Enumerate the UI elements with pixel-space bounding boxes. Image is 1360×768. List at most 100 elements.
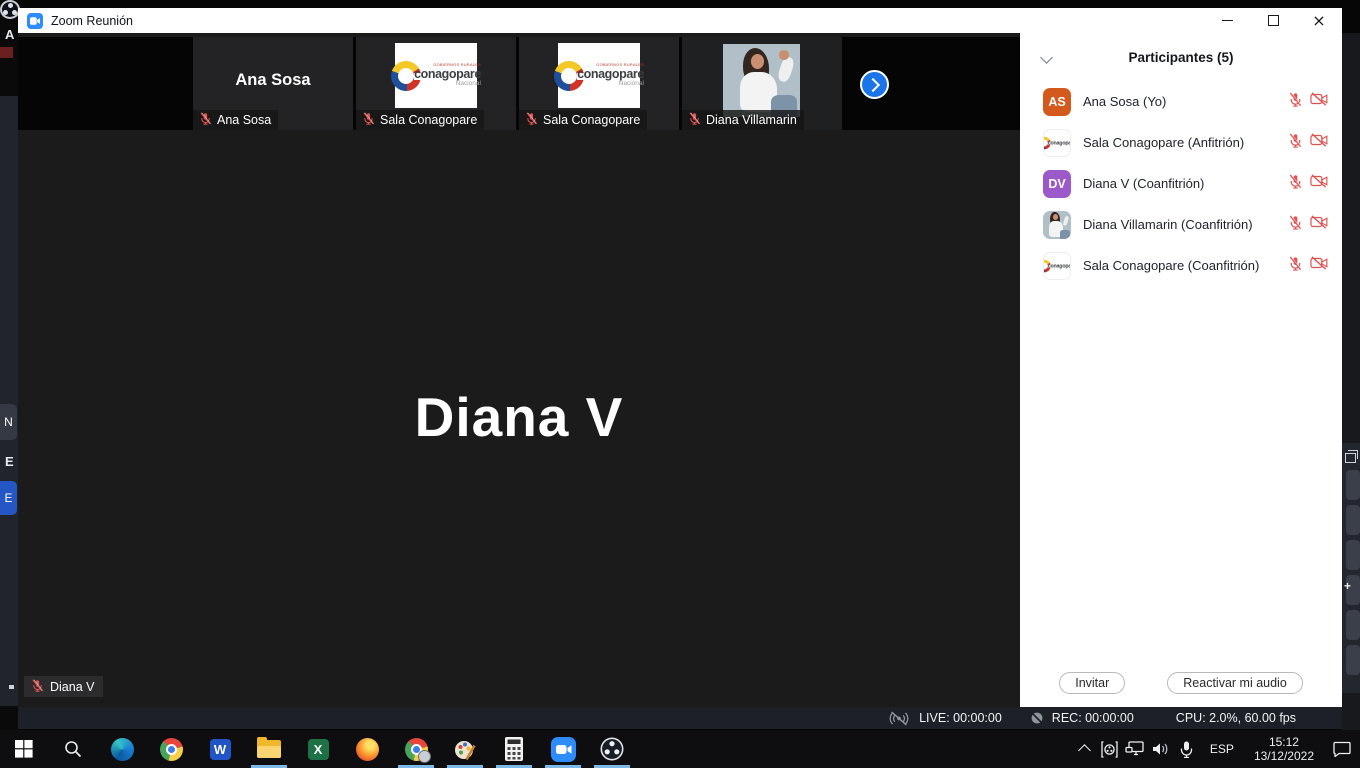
taskbar-zoom[interactable] — [543, 730, 583, 768]
camera-off-icon — [1310, 92, 1328, 106]
taskbar-firefox[interactable] — [347, 730, 387, 768]
obs-logo-corner-icon — [0, 0, 20, 19]
camera-off-icon — [1310, 215, 1328, 229]
taskbar-word[interactable]: W — [200, 730, 240, 768]
chrome-icon — [405, 738, 428, 761]
window-title: Zoom Reunión — [51, 14, 133, 28]
camera-off-icon — [1310, 133, 1328, 147]
rec-timer: REC: 00:00:00 — [1052, 711, 1134, 725]
background-pill: N — [0, 404, 17, 440]
calculator-icon — [504, 737, 524, 761]
avatar-photo — [1043, 211, 1071, 239]
mic-muted-icon — [1288, 92, 1303, 107]
participant-row[interactable]: DV Diana V (Coanfitrión) — [1020, 163, 1342, 204]
avatar-initials: DV — [1043, 170, 1071, 198]
windows-taskbar: W X — [0, 730, 1360, 768]
background-letter: A — [5, 27, 14, 42]
taskbar-excel[interactable]: X — [298, 730, 338, 768]
tile-name-label: Ana Sosa — [193, 110, 278, 130]
taskbar-chrome[interactable] — [151, 730, 191, 768]
mic-muted-icon — [31, 679, 44, 692]
avatar-logo: conagopare — [1043, 252, 1071, 280]
participant-photo — [723, 44, 800, 117]
participant-name: Diana Villamarin (Coanfitrión) — [1083, 217, 1288, 232]
taskbar-file-explorer[interactable] — [249, 730, 289, 768]
participant-row[interactable]: conagopare Sala Conagopare (Coanfitrión) — [1020, 245, 1342, 286]
zoom-meeting-window: Zoom Reunión × Ana Sosa Ana Sosa — [18, 8, 1342, 729]
live-timer: LIVE: 00:00:00 — [919, 711, 1002, 725]
meeting-status-bar: LIVE: 00:00:00 REC: 00:00:00 CPU: 2.0%, … — [18, 707, 1342, 729]
mic-muted-icon — [688, 112, 701, 125]
search-button[interactable] — [53, 730, 93, 768]
network-icon[interactable] — [1122, 730, 1148, 768]
self-view-label: Diana V — [24, 676, 103, 697]
taskbar-chrome-profile[interactable] — [396, 730, 436, 768]
participants-header: Participantes (5) — [1020, 47, 1342, 71]
video-area: Ana Sosa Ana Sosa GOBIERNOS RURALES cona — [18, 33, 1020, 707]
obs-icon — [600, 737, 624, 761]
tile-name-label: Sala Conagopare — [356, 110, 484, 130]
video-tile-sala-conagopare-2[interactable]: GOBIERNOS RURALES conagopare Nacional Sa… — [519, 37, 679, 130]
start-button[interactable] — [4, 730, 44, 768]
live-broadcast-muted-icon — [887, 711, 911, 726]
participant-row[interactable]: Diana Villamarin (Coanfitrión) — [1020, 204, 1342, 245]
taskbar-calculator[interactable] — [494, 730, 534, 768]
zoom-app-icon — [27, 13, 43, 29]
profile-badge-icon — [418, 750, 431, 763]
unmute-audio-button[interactable]: Reactivar mi audio — [1167, 672, 1303, 694]
close-button[interactable]: × — [1296, 8, 1342, 33]
participants-title: Participantes (5) — [1020, 50, 1342, 65]
participants-list: AS Ana Sosa (Yo) conagopare Sala Conagop… — [1020, 81, 1342, 286]
participant-row[interactable]: conagopare Sala Conagopare (Anfitrión) — [1020, 122, 1342, 163]
file-explorer-icon — [257, 740, 281, 758]
background-window-right: + — [1342, 33, 1360, 730]
excel-icon: X — [308, 739, 329, 760]
tile-display-name: Ana Sosa — [193, 71, 353, 90]
tile-name-label: Diana Villamarin — [682, 110, 804, 130]
cpu-fps-stats: CPU: 2.0%, 60.00 fps — [1176, 711, 1296, 725]
mic-muted-icon — [199, 112, 212, 125]
obs-tray-icon[interactable] — [1098, 730, 1122, 768]
mic-muted-icon — [1288, 133, 1303, 148]
active-speaker-name: Diana V — [18, 385, 1020, 449]
invite-button[interactable]: Invitar — [1059, 672, 1125, 694]
taskbar-edge[interactable] — [102, 730, 142, 768]
tray-time: 15:12 — [1269, 735, 1299, 749]
notification-center-button[interactable] — [1324, 730, 1360, 768]
language-indicator[interactable]: ESP — [1200, 730, 1244, 768]
participant-name: Diana V (Coanfitrión) — [1083, 176, 1288, 191]
avatar-logo: conagopare — [1043, 129, 1071, 157]
participant-name: Sala Conagopare (Coanfitrión) — [1083, 258, 1288, 273]
tray-expand-button[interactable] — [1072, 730, 1098, 768]
video-tile-sala-conagopare-1[interactable]: GOBIERNOS RURALES conagopare Nacional Sa… — [356, 37, 516, 130]
tray-date: 13/12/2022 — [1254, 749, 1314, 763]
camera-off-icon — [1310, 174, 1328, 188]
background-pill-blue: E — [0, 481, 17, 515]
background-red-swatch — [0, 47, 13, 58]
video-tile-diana-villamarin[interactable]: Diana Villamarin — [682, 37, 842, 130]
background-letter: E — [5, 454, 14, 469]
word-icon: W — [210, 739, 231, 760]
mic-muted-icon — [525, 112, 538, 125]
volume-icon[interactable] — [1148, 730, 1174, 768]
participant-name: Sala Conagopare (Anfitrión) — [1083, 135, 1288, 150]
mic-muted-icon — [362, 112, 375, 125]
paint-icon — [453, 737, 477, 761]
microphone-tray-icon[interactable] — [1174, 730, 1200, 768]
participants-panel: Participantes (5) AS Ana Sosa (Yo) conag… — [1020, 33, 1342, 707]
maximize-button[interactable] — [1250, 8, 1296, 33]
mic-muted-icon — [1288, 256, 1303, 271]
system-tray: ESP 15:12 13/12/2022 — [1072, 730, 1360, 768]
taskbar-obs[interactable] — [592, 730, 632, 768]
mic-muted-icon — [1288, 174, 1303, 189]
minimize-button[interactable] — [1204, 8, 1250, 33]
next-page-button[interactable] — [860, 70, 889, 99]
video-tile-ana-sosa[interactable]: Ana Sosa Ana Sosa — [193, 37, 353, 130]
clock[interactable]: 15:12 13/12/2022 — [1244, 730, 1324, 768]
camera-off-icon — [1310, 256, 1328, 270]
record-muted-icon — [1030, 711, 1044, 725]
participant-row[interactable]: AS Ana Sosa (Yo) — [1020, 81, 1342, 122]
conagopare-logo: GOBIERNOS RURALES conagopare Nacional — [558, 43, 640, 108]
taskbar-paint[interactable] — [445, 730, 485, 768]
titlebar[interactable]: Zoom Reunión × — [18, 8, 1342, 33]
